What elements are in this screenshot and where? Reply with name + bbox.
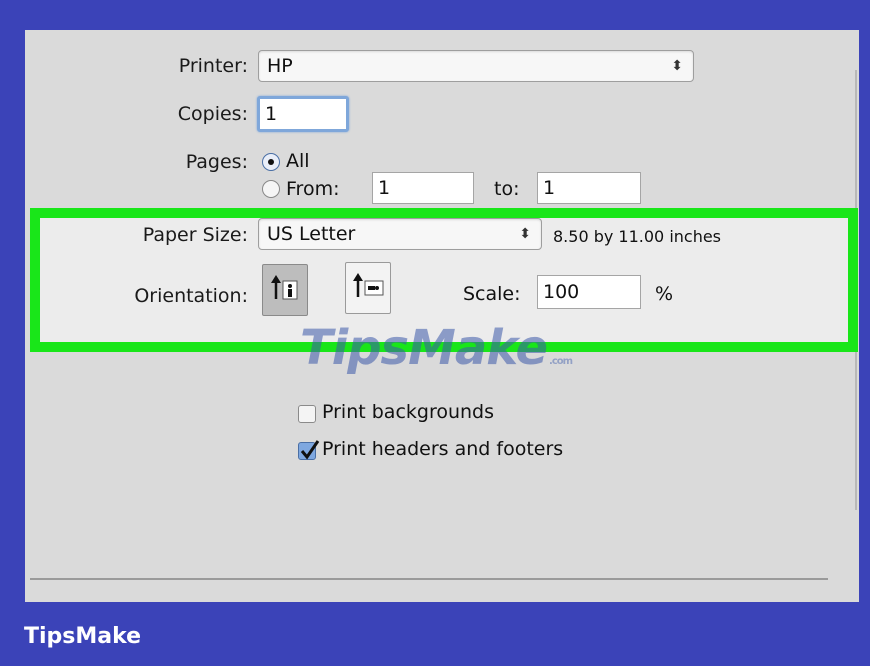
watermark-suffix: .com: [549, 356, 573, 367]
copies-field[interactable]: 1: [257, 96, 349, 132]
pages-to-label: to:: [494, 178, 520, 200]
printer-select[interactable]: HP ⬍: [258, 50, 694, 82]
print-headers-footers-label: Print headers and footers: [322, 438, 564, 460]
paper-size-select[interactable]: US Letter ⬍: [258, 218, 542, 250]
pages-all-label: All: [286, 150, 310, 172]
select-arrows-icon: ⬍: [671, 58, 683, 74]
printer-label: Printer:: [178, 55, 248, 77]
scale-unit: %: [655, 283, 674, 305]
pages-from-radio[interactable]: [262, 180, 280, 198]
paper-size-label: Paper Size:: [142, 224, 248, 246]
orientation-portrait-button[interactable]: [262, 264, 308, 316]
print-backgrounds-label: Print backgrounds: [322, 401, 495, 423]
pages-label: Pages:: [185, 151, 248, 173]
print-headers-footers-checkbox[interactable]: [298, 440, 320, 460]
print-backgrounds-checkbox[interactable]: [298, 405, 316, 423]
pages-from-label: From:: [286, 178, 340, 200]
scale-label: Scale:: [463, 283, 521, 305]
scale-field[interactable]: 100: [537, 275, 641, 309]
copies-label: Copies:: [177, 103, 248, 125]
watermark-text: TipsMake: [300, 320, 548, 376]
pages-to-field[interactable]: 1: [537, 172, 641, 204]
paper-dimensions: 8.50 by 11.00 inches: [553, 227, 722, 246]
pages-from-field[interactable]: 1: [372, 172, 474, 204]
checkmark-icon: [300, 440, 320, 460]
orientation-label: Orientation:: [134, 285, 248, 307]
printer-select-value: HP: [267, 55, 293, 77]
watermark-logo: TipsMake .com: [300, 320, 573, 376]
pages-all-radio[interactable]: [262, 153, 280, 171]
select-arrows-icon: ⬍: [519, 226, 531, 242]
portrait-icon: [271, 275, 298, 300]
bottom-separator: [30, 578, 828, 580]
orientation-landscape-button[interactable]: [345, 262, 391, 314]
footer-brand: TipsMake: [24, 624, 142, 649]
landscape-icon: [353, 273, 384, 297]
paper-size-select-value: US Letter: [267, 223, 356, 245]
